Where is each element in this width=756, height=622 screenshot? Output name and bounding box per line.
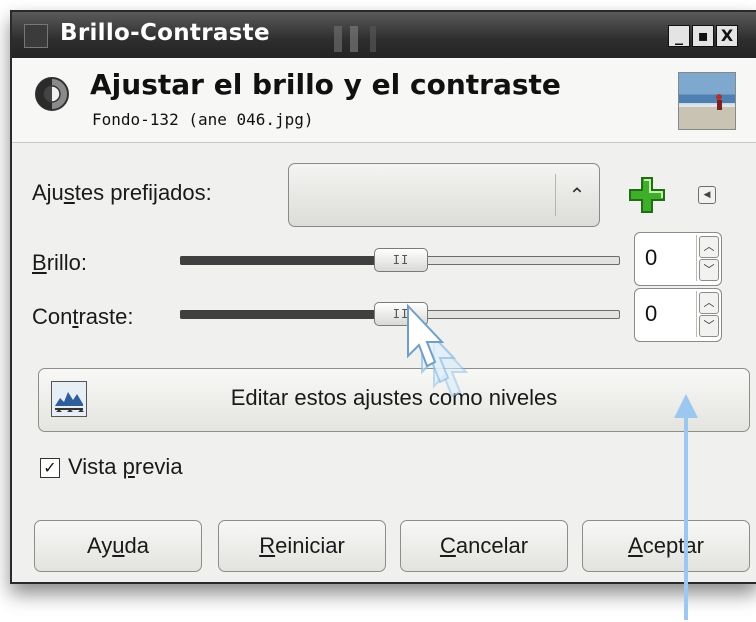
brightness-spinbutton[interactable]: 0 ︿ ﹀: [634, 232, 722, 286]
image-thumbnail: [678, 72, 736, 130]
window-menu-icon[interactable]: [24, 24, 48, 48]
thumbnail-scene-icon: [679, 94, 735, 110]
preview-checkbox[interactable]: ✓: [40, 458, 60, 478]
minimize-button[interactable]: _: [668, 25, 690, 47]
updown-chevron-icon[interactable]: ⌃: [563, 178, 591, 212]
plus-icon[interactable]: [628, 176, 666, 214]
reset-button[interactable]: Reiniciar: [218, 520, 386, 572]
brightness-label: Brillo:: [32, 250, 88, 275]
dialog-header: Ajustar el brillo y el contraste Fondo-1…: [12, 58, 756, 143]
contrast-slider[interactable]: II: [180, 292, 620, 332]
contrast-slider-fill: [180, 310, 400, 319]
contrast-spin-buttons: ︿ ﹀: [696, 291, 719, 337]
presets-combo[interactable]: ⌃: [288, 163, 600, 227]
edit-as-levels-button[interactable]: Editar estos ajustes como niveles: [38, 368, 750, 432]
contrast-spinbutton[interactable]: 0 ︿ ﹀: [634, 288, 722, 342]
preview-label[interactable]: Vista previa: [68, 454, 183, 480]
titlebar-decoration: [322, 26, 402, 52]
brightness-contrast-icon: [35, 77, 69, 111]
dialog-heading: Ajustar el brillo y el contraste: [90, 68, 561, 101]
brightness-slider-handle[interactable]: II: [374, 248, 428, 272]
chevron-down-icon[interactable]: ﹀: [699, 259, 719, 281]
cancel-button[interactable]: Cancelar: [400, 520, 568, 572]
contrast-label: Contraste:: [32, 304, 134, 329]
presets-label: Ajustes prefijados:: [32, 180, 212, 205]
maximize-button[interactable]: ▪: [692, 25, 714, 47]
help-button[interactable]: Ayuda: [34, 520, 202, 572]
edit-as-levels-label: Editar estos ajustes como niveles: [230, 385, 558, 410]
left-arrow-icon[interactable]: ◀: [698, 186, 716, 204]
chevron-up-icon[interactable]: ︿: [699, 292, 719, 314]
chevron-down-icon[interactable]: ﹀: [699, 315, 719, 337]
brightness-slider-fill: [180, 256, 400, 265]
accept-button[interactable]: Aceptar: [582, 520, 750, 572]
chevron-up-icon[interactable]: ︿: [699, 236, 719, 258]
contrast-value[interactable]: 0: [645, 301, 657, 327]
brightness-contrast-dialog: Brillo-Contraste _ ▪ X Ajustar el brillo…: [10, 10, 756, 584]
brightness-slider[interactable]: II: [180, 238, 620, 278]
combo-divider: [555, 174, 556, 216]
title-bar[interactable]: Brillo-Contraste _ ▪ X: [12, 12, 756, 58]
brightness-value[interactable]: 0: [645, 245, 657, 271]
image-name: Fondo-132 (ane 046.jpg): [92, 110, 314, 129]
window-title: Brillo-Contraste: [60, 20, 270, 46]
brightness-spin-buttons: ︿ ﹀: [696, 235, 719, 281]
close-button[interactable]: X: [716, 25, 738, 47]
contrast-slider-handle[interactable]: II: [374, 302, 428, 326]
